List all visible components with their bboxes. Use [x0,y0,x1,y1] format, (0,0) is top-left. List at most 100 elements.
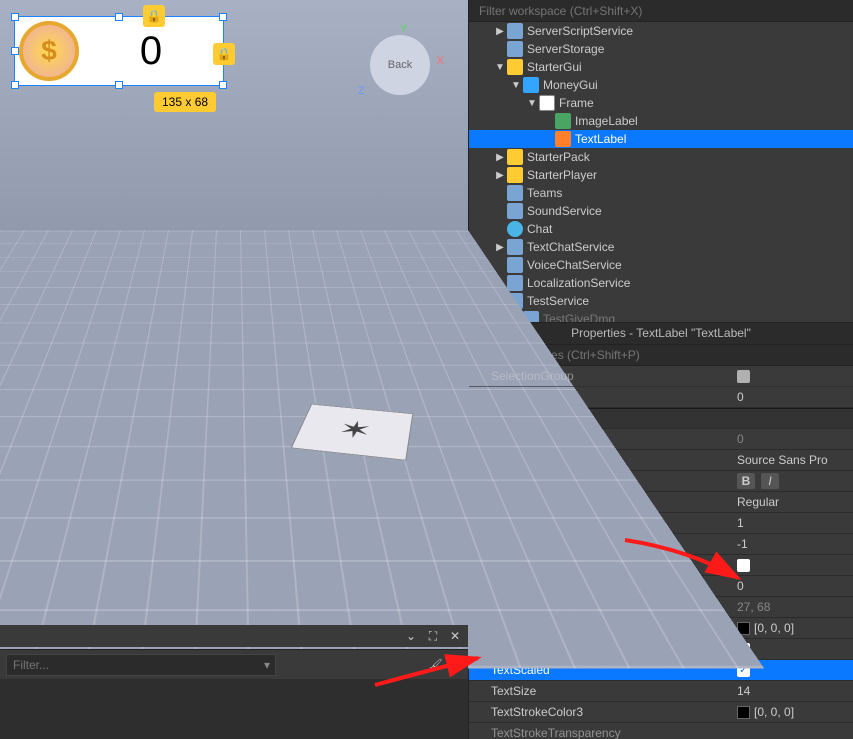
property-value[interactable]: -1 [731,537,853,551]
property-name: TextSize [491,684,536,698]
property-value[interactable]: 14 [731,684,853,698]
tree-item[interactable]: ▶StarterPlayer [469,166,853,184]
tree-label: MoneyGui [543,78,598,92]
close-icon[interactable]: ✕ [448,629,462,643]
tree-label: ImageLabel [575,114,638,128]
viewport[interactable]: ✶ $ 0 🔒 🔒 135 x 68 Back Y X Z ⌄ ⛶ ✕ ▾ 🖌 … [0,0,468,739]
property-value[interactable]: 27, 68 [731,600,853,614]
tree-item[interactable]: VoiceChatService [469,256,853,274]
resize-handle[interactable] [219,81,227,89]
tree-item[interactable]: ▼Frame [469,94,853,112]
expand-arrow-icon[interactable]: ▼ [493,62,507,73]
property-row[interactable]: TextSize 14 [469,681,853,702]
bold-button[interactable]: B [737,473,755,489]
tree-icon [507,167,523,183]
property-name: SelectionGroup [491,369,574,383]
lock-icon[interactable]: 🔒 [143,5,165,27]
resize-handle[interactable] [115,81,123,89]
property-value[interactable]: [0, 0, 0] [731,621,853,635]
tree-item[interactable]: ▼ MoneyGui [469,76,853,94]
tree-icon [555,131,571,147]
resize-handle[interactable] [11,47,19,55]
tree-item[interactable]: LocalizationService [469,274,853,292]
axis-z-label: Z [358,85,365,97]
tree-item[interactable]: ▼TestService [469,292,853,310]
dimension-badge: 135 x 68 [154,92,216,112]
money-gui-frame[interactable]: $ 0 🔒 🔒 [14,16,224,86]
property-name: TextStrokeTransparency [491,726,621,739]
tree-label: TestService [527,294,589,308]
property-row[interactable]: SelectionGroup [469,366,853,387]
tree-icon [507,23,523,39]
property-value[interactable]: 0 [731,579,853,593]
brush-icon[interactable]: 🖌 [428,658,442,672]
tree-icon [507,221,523,237]
axis-x-label: X [437,55,444,67]
tree-label: TextLabel [575,132,626,146]
expand-arrow-icon[interactable]: ▶ [493,242,507,253]
tree-item[interactable]: ▼StarterGui [469,58,853,76]
dropdown-icon[interactable]: ▾ [260,658,274,672]
property-value[interactable]: 0 [731,432,853,446]
italic-button[interactable]: I [761,473,779,489]
tree-label: VoiceChatService [527,258,622,272]
tree-label: SoundService [527,204,602,218]
tree-item[interactable]: ▶TextChatService [469,238,853,256]
property-row[interactable]: TextStrokeTransparency [469,723,853,739]
checkbox[interactable] [737,559,750,572]
expand-arrow-icon[interactable]: ▼ [525,98,539,109]
lock-icon[interactable]: 🔒 [213,43,235,65]
tree-label: ServerScriptService [527,24,633,38]
tree-item[interactable]: Teams [469,184,853,202]
property-name: TextStrokeColor3 [491,705,583,719]
tree-icon [507,239,523,255]
property-value[interactable]: BI [731,473,853,489]
tree-icon [539,95,555,111]
tree-icon [523,77,539,93]
property-value[interactable]: Regular [731,495,853,509]
tree-item[interactable]: Chat [469,220,853,238]
explorer-filter-input[interactable] [477,3,845,19]
axis-gizmo[interactable]: Back Y X Z [360,25,440,105]
explorer-tree[interactable]: ▶ServerScriptServiceServerStorage▼Starte… [469,22,853,322]
tree-item[interactable]: ▶ ServerScriptService [469,22,853,40]
chevron-down-icon[interactable]: ⌄ [404,629,418,643]
output-toolbar: ⌄ ⛶ ✕ [0,625,468,647]
tree-item[interactable]: ImageLabel [469,112,853,130]
checkbox[interactable] [737,370,750,383]
output-panel [0,679,468,739]
popout-icon[interactable]: ⛶ [426,629,440,643]
tree-item[interactable]: ServerStorage [469,40,853,58]
resize-handle[interactable] [219,13,227,21]
property-value[interactable]: [0, 0, 0] [731,705,853,719]
filter-input[interactable] [6,654,276,676]
color-swatch[interactable] [737,706,750,719]
property-value[interactable]: 1 [731,516,853,530]
tree-item[interactable]: TextLabel [469,130,853,148]
property-value[interactable] [731,370,853,383]
tree-item[interactable]: SoundService [469,202,853,220]
resize-handle[interactable] [115,13,123,21]
property-row[interactable]: TextStrokeColor3 [0, 0, 0] [469,702,853,723]
property-value[interactable]: 0 [731,390,853,404]
resize-handle[interactable] [11,13,19,21]
tree-item[interactable]: ▶ StarterPack [469,148,853,166]
expand-arrow-icon[interactable]: ▶ [493,26,507,37]
money-value: 0 [79,29,223,74]
tree-label: LocalizationService [527,276,630,290]
property-value[interactable]: Source Sans Pro [731,453,853,467]
property-value[interactable] [731,559,853,572]
more-icon[interactable]: ⋯ [448,658,462,672]
expand-arrow-icon[interactable]: ▶ [493,170,507,181]
tree-label: StarterPack [527,150,590,164]
tree-icon [507,59,523,75]
tree-icon [507,41,523,57]
tree-icon [555,113,571,129]
tree-label: ServerStorage [527,42,604,56]
axis-back[interactable]: Back [370,35,430,95]
expand-arrow-icon[interactable]: ▶ [493,152,507,163]
resize-handle[interactable] [11,81,19,89]
expand-arrow-icon[interactable]: ▼ [509,80,523,91]
tree-icon [507,203,523,219]
tree-label: TestGiveDmg [543,312,615,322]
